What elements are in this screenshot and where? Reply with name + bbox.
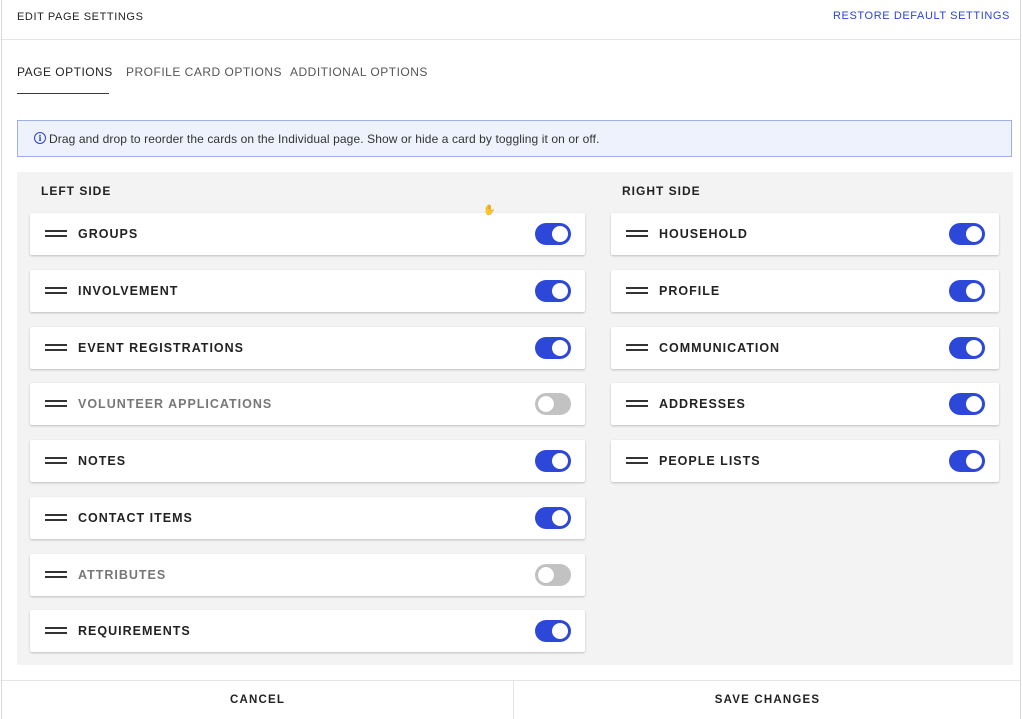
toggle-requirements[interactable] xyxy=(535,620,571,642)
mouse-cursor-icon: ✋ xyxy=(483,205,496,216)
card-label: REQUIREMENTS xyxy=(78,624,191,638)
toggle-knob xyxy=(552,340,568,356)
card-label: VOLUNTEER APPLICATIONS xyxy=(78,397,273,411)
toggle-knob xyxy=(966,340,982,356)
card-profile[interactable]: PROFILE xyxy=(611,270,999,312)
card-requirements[interactable]: REQUIREMENTS xyxy=(30,610,585,652)
card-label: PEOPLE LISTS xyxy=(659,454,761,468)
drag-handle-icon[interactable] xyxy=(45,344,67,352)
card-label: ADDRESSES xyxy=(659,397,746,411)
card-label: HOUSEHOLD xyxy=(659,227,748,241)
drag-handle-icon[interactable] xyxy=(45,627,67,635)
drag-handle-icon[interactable] xyxy=(45,514,67,522)
toggle-knob xyxy=(537,395,555,413)
card-label: INVOLVEMENT xyxy=(78,284,179,298)
toggle-contact-items[interactable] xyxy=(535,507,571,529)
toggle-knob xyxy=(537,566,555,584)
drag-handle-icon[interactable] xyxy=(45,287,67,295)
toggle-knob xyxy=(552,283,568,299)
card-notes[interactable]: NOTES xyxy=(30,440,585,482)
restore-default-settings-link[interactable]: RESTORE DEFAULT SETTINGS xyxy=(833,10,1010,22)
left-side-title: LEFT SIDE xyxy=(41,184,112,198)
card-involvement[interactable]: INVOLVEMENT xyxy=(30,270,585,312)
toggle-communication[interactable] xyxy=(949,337,985,359)
card-people-lists[interactable]: PEOPLE LISTS xyxy=(611,440,999,482)
toggle-involvement[interactable] xyxy=(535,280,571,302)
card-label: COMMUNICATION xyxy=(659,341,781,355)
drag-handle-icon[interactable] xyxy=(626,400,648,408)
tab-page-options[interactable]: PAGE OPTIONS xyxy=(17,58,112,94)
drag-handle-icon[interactable] xyxy=(45,400,67,408)
toggle-addresses[interactable] xyxy=(949,393,985,415)
card-attributes[interactable]: ATTRIBUTES xyxy=(30,554,585,596)
toggle-attributes[interactable] xyxy=(535,564,571,586)
dialog-footer: CANCEL SAVE CHANGES xyxy=(2,680,1020,719)
drag-handle-icon[interactable] xyxy=(626,230,648,238)
dialog-title: EDIT PAGE SETTINGS xyxy=(17,11,144,23)
edit-page-settings-dialog: EDIT PAGE SETTINGS RESTORE DEFAULT SETTI… xyxy=(1,0,1021,719)
toggle-knob xyxy=(966,396,982,412)
card-groups[interactable]: GROUPS xyxy=(30,213,585,255)
info-banner: i Drag and drop to reorder the cards on … xyxy=(17,120,1012,157)
right-side-title: RIGHT SIDE xyxy=(622,184,701,198)
toggle-household[interactable] xyxy=(949,223,985,245)
toggle-people-lists[interactable] xyxy=(949,450,985,472)
toggle-knob xyxy=(552,510,568,526)
card-label: CONTACT ITEMS xyxy=(78,511,193,525)
drag-handle-icon[interactable] xyxy=(626,457,648,465)
toggle-knob xyxy=(552,226,568,242)
card-communication[interactable]: COMMUNICATION xyxy=(611,327,999,369)
tab-profile-card-options[interactable]: PROFILE CARD OPTIONS xyxy=(126,58,282,94)
toggle-groups[interactable] xyxy=(535,223,571,245)
toggle-volunteer-applications[interactable] xyxy=(535,393,571,415)
save-changes-button[interactable]: SAVE CHANGES xyxy=(514,681,1021,719)
drag-handle-icon[interactable] xyxy=(626,287,648,295)
cancel-button[interactable]: CANCEL xyxy=(2,681,514,719)
toggle-notes[interactable] xyxy=(535,450,571,472)
drag-handle-icon[interactable] xyxy=(626,344,648,352)
card-addresses[interactable]: ADDRESSES xyxy=(611,383,999,425)
toggle-knob xyxy=(966,453,982,469)
card-label: NOTES xyxy=(78,454,127,468)
card-label: GROUPS xyxy=(78,227,139,241)
info-icon: i xyxy=(34,132,46,144)
toggle-knob xyxy=(966,226,982,242)
toggle-profile[interactable] xyxy=(949,280,985,302)
card-event-registrations[interactable]: EVENT REGISTRATIONS xyxy=(30,327,585,369)
toggle-knob xyxy=(552,453,568,469)
toggle-knob xyxy=(966,283,982,299)
card-label: EVENT REGISTRATIONS xyxy=(78,341,245,355)
dialog-header: EDIT PAGE SETTINGS RESTORE DEFAULT SETTI… xyxy=(2,0,1020,40)
tab-additional-options[interactable]: ADDITIONAL OPTIONS xyxy=(290,58,428,94)
card-contact-items[interactable]: CONTACT ITEMS xyxy=(30,497,585,539)
card-label: PROFILE xyxy=(659,284,721,298)
card-label: ATTRIBUTES xyxy=(78,568,167,582)
drag-handle-icon[interactable] xyxy=(45,457,67,465)
card-volunteer-applications[interactable]: VOLUNTEER APPLICATIONS xyxy=(30,383,585,425)
info-text: Drag and drop to reorder the cards on th… xyxy=(49,132,600,146)
card-household[interactable]: HOUSEHOLD xyxy=(611,213,999,255)
drag-handle-icon[interactable] xyxy=(45,571,67,579)
drag-handle-icon[interactable] xyxy=(45,230,67,238)
toggle-event-registrations[interactable] xyxy=(535,337,571,359)
toggle-knob xyxy=(552,623,568,639)
card-layout-panel: LEFT SIDE RIGHT SIDE GROUPS INVOLVEMENT EV… xyxy=(17,172,1013,665)
